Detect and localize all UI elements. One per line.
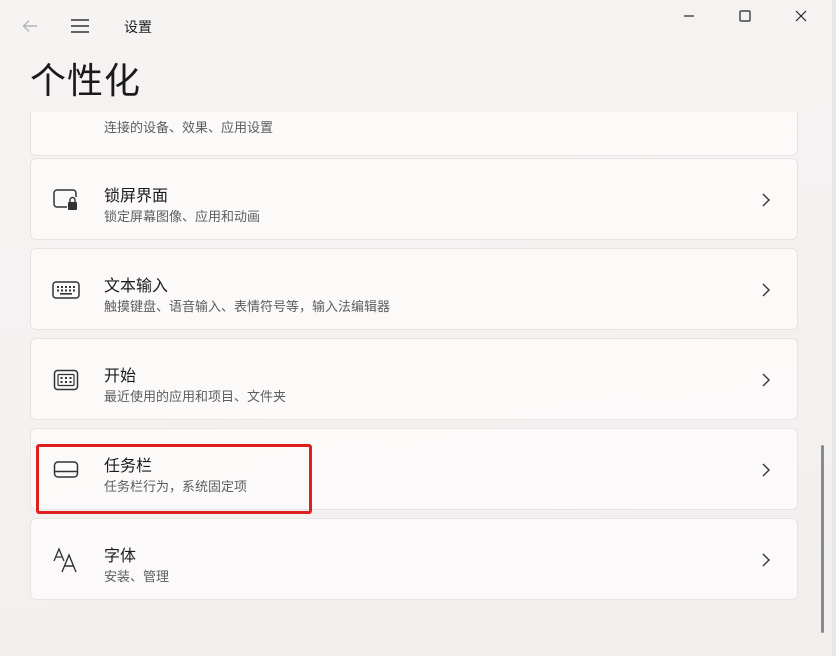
lock-screen-icon bbox=[51, 186, 81, 214]
navigation-menu-button[interactable] bbox=[64, 12, 96, 40]
app-title: 设置 bbox=[124, 20, 152, 36]
title-bar: 设置 bbox=[0, 0, 836, 50]
settings-item-dynamic-lighting[interactable]: 连接的设备、效果、应用设置 bbox=[30, 112, 798, 156]
settings-item-title: 字体 bbox=[104, 546, 137, 565]
chevron-right-icon bbox=[759, 550, 773, 570]
settings-item-subtitle: 连接的设备、效果、应用设置 bbox=[104, 121, 274, 136]
highlight-annotation-box bbox=[36, 444, 312, 514]
minimize-icon bbox=[684, 15, 694, 17]
settings-item-subtitle: 触摸键盘、语音输入、表情符号等，输入法编辑器 bbox=[104, 300, 391, 315]
minimize-button[interactable] bbox=[660, 0, 718, 32]
vertical-scrollbar[interactable] bbox=[821, 445, 824, 633]
start-menu-icon bbox=[51, 366, 81, 394]
settings-item-subtitle: 安装、管理 bbox=[104, 570, 170, 585]
chevron-right-icon bbox=[759, 280, 773, 300]
settings-item-subtitle: 最近使用的应用和项目、文件夹 bbox=[104, 390, 287, 405]
settings-item-lock-screen[interactable]: 锁屏界面 锁定屏幕图像、应用和动画 bbox=[30, 158, 798, 240]
back-arrow-icon bbox=[22, 20, 37, 32]
settings-item-title: 锁屏界面 bbox=[104, 186, 169, 205]
settings-item-text-input[interactable]: 文本输入 触摸键盘、语音输入、表情符号等，输入法编辑器 bbox=[30, 248, 798, 330]
settings-item-fonts[interactable]: 字体 安装、管理 bbox=[30, 518, 798, 600]
settings-item-title: 文本输入 bbox=[104, 276, 169, 295]
settings-list: 连接的设备、效果、应用设置 锁屏界面 锁定屏幕图像、应用和动画 文本输入 触摸键… bbox=[30, 112, 800, 612]
keyboard-icon bbox=[51, 276, 81, 304]
settings-item-title: 开始 bbox=[104, 366, 137, 385]
settings-item-subtitle: 锁定屏幕图像、应用和动画 bbox=[104, 210, 261, 225]
fonts-icon bbox=[51, 546, 81, 574]
chevron-right-icon bbox=[759, 460, 773, 480]
chevron-right-icon bbox=[759, 370, 773, 390]
hamburger-menu-icon bbox=[71, 19, 89, 33]
back-button[interactable] bbox=[14, 12, 46, 40]
window-border bbox=[832, 0, 836, 656]
maximize-button[interactable] bbox=[716, 0, 774, 32]
close-icon bbox=[795, 10, 807, 22]
chevron-right-icon bbox=[759, 190, 773, 210]
maximize-icon bbox=[739, 10, 751, 22]
close-button[interactable] bbox=[772, 0, 830, 32]
settings-window: 设置 个性化 连接的设备、效果、应用设置 锁屏界面 锁定屏幕图像、应用和动画 文… bbox=[0, 0, 836, 656]
page-title: 个性化 bbox=[30, 61, 142, 102]
settings-item-start[interactable]: 开始 最近使用的应用和项目、文件夹 bbox=[30, 338, 798, 420]
